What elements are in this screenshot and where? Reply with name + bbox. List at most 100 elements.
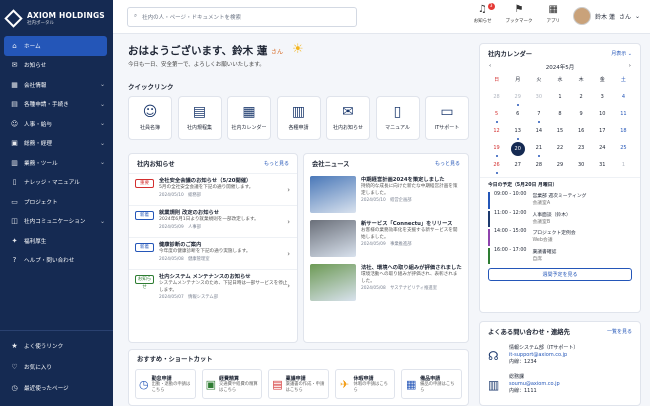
shortcuts-title: おすすめ・ショートカット (137, 356, 213, 363)
sidebar-item-chat[interactable]: ◫ 社内コミュニケーション ⌄ (0, 212, 113, 232)
sidebar-item-folder[interactable]: ▭ プロジェクト (0, 192, 113, 212)
bookmark-button[interactable]: ⚑ ブックマーク (506, 4, 533, 24)
apps-button[interactable]: ▦ アプリ (547, 4, 561, 24)
next-month-icon[interactable]: › (629, 63, 631, 71)
schedule-time: 14:00 - 15:00 (494, 229, 527, 234)
calendar-day[interactable]: 2 (571, 91, 592, 106)
calendar-day[interactable]: 1 (549, 91, 570, 106)
sidebar-item-document[interactable]: ▤ 各種申請・手続き ⌄ (0, 95, 113, 115)
quick-link-megaphone[interactable]: ✉ 社内お知らせ (326, 96, 370, 140)
calendar-day-number: 18 (620, 128, 627, 134)
sidebar-item-building[interactable]: ▦ 会社情報 ⌄ (0, 75, 113, 95)
news-more-link[interactable]: もっと見る (435, 160, 460, 167)
sidebar-item-briefcase[interactable]: ▥ 業務・ツール ⌄ (0, 153, 113, 173)
shortcut-plane[interactable]: ✈ 休暇申請 休暇の申請はこちら (334, 369, 396, 399)
calendar-day[interactable]: 3 (592, 91, 613, 106)
calendar-day[interactable]: 28 (486, 91, 507, 106)
calendar-day[interactable]: 31 (592, 159, 613, 174)
calendar-day[interactable]: 15 (549, 125, 570, 140)
notice-item[interactable]: 新着 健康診断のご案内 今年度の健康診断を下記の通り実施します。 2024/05/08… (129, 237, 297, 269)
calendar-day[interactable]: 22 (549, 142, 570, 157)
notification-button[interactable]: ♫ 3 お知らせ (474, 3, 495, 24)
calendar-day[interactable]: 30 (571, 159, 592, 174)
chevron-down-icon: ⌄ (99, 217, 105, 225)
user-menu[interactable]: 鈴木 蓮 さん ⌄ (573, 7, 640, 25)
form-icon: ▥ (291, 104, 306, 120)
calendar-day-number: 25 (620, 145, 627, 151)
sidebar-item-person[interactable]: ☺ 人事・給与 ⌄ (0, 114, 113, 134)
calendar-day[interactable]: 25 (613, 142, 634, 157)
calendar-day[interactable]: 26 (486, 159, 507, 174)
contact-email[interactable]: it-support@axiom.co.jp (509, 352, 578, 359)
heart-icon: ♡ (11, 362, 18, 371)
schedule-item[interactable]: 16:00 - 17:00 稟議書確認 自席 (488, 247, 632, 264)
calendar-day[interactable]: 1 (613, 159, 634, 174)
news-item[interactable]: 新サービス「Connectu」をリリース お客様の業務効率化を支援する新サービスを… (304, 217, 468, 261)
notice-date: 2024/05/10 (159, 192, 184, 198)
notices-more-link[interactable]: もっと見る (264, 160, 289, 167)
sidebar-item-megaphone[interactable]: ✉ お知らせ (0, 56, 113, 76)
quick-link-people[interactable]: ☺ 社員名簿 (128, 96, 172, 140)
news-desc: 環境活動への取り組みが評価され、表彰されました。 (361, 272, 458, 284)
quick-link-document[interactable]: ▤ 社内規程集 (177, 96, 222, 140)
sidebar-item-calculator[interactable]: ▣ 総務・経理 ⌄ (0, 134, 113, 154)
calendar-day[interactable]: 21 (528, 142, 549, 157)
calendar-day[interactable]: 12 (486, 125, 507, 140)
calendar-day[interactable]: 13 (507, 125, 528, 140)
calendar-day[interactable]: 24 (592, 142, 613, 157)
news-item[interactable]: 中期経営計画2024を策定しました 持続的な成長に向けた新たな中期経営計画を策定し… (304, 173, 468, 217)
shortcut-approval[interactable]: ▤ 稟議申請 稟議書の作成・申請はこちら (268, 369, 329, 399)
calendar-day[interactable]: 29 (549, 159, 570, 174)
weekly-schedule-button[interactable]: 週間予定を見る (488, 268, 632, 281)
quick-link-book[interactable]: ▯ マニュアル (375, 96, 420, 140)
calendar-day[interactable]: 23 (571, 142, 592, 157)
calendar-day[interactable]: 18 (613, 125, 634, 140)
calendar-day[interactable]: 17 (592, 125, 613, 140)
calendar-day[interactable]: 6 (507, 108, 528, 123)
notice-item[interactable]: 重要 全社安全会議のお知らせ（5/20開催） 5月の全社安全会議を下記の通り開催しま… (129, 173, 297, 205)
calendar-day-number: 21 (535, 145, 543, 151)
calendar-day-number: 3 (600, 94, 604, 100)
sidebar-item-book[interactable]: ▯ ナレッジ・マニュアル (0, 173, 113, 193)
notice-item[interactable]: 新着 就業規則 改定のお知らせ 2024年6月1日より就業規則を一部改定します。 20… (129, 205, 297, 237)
sidebar-item-heart[interactable]: ♡ お気に入り (0, 356, 113, 377)
prev-month-icon[interactable]: ‹ (489, 63, 491, 71)
calendar-day[interactable]: 11 (613, 108, 634, 123)
calendar-day[interactable]: 29 (507, 91, 528, 106)
calendar-day[interactable]: 4 (613, 91, 634, 106)
schedule-item[interactable]: 14:00 - 15:00 プロジェクト定例会 Web会議 (488, 229, 632, 246)
calendar-day[interactable]: 28 (528, 159, 549, 174)
search-input[interactable]: ⌕ 社内の人・ページ・ドキュメントを検索 (127, 6, 357, 27)
sidebar-item-clock[interactable]: ◷ 最近使ったページ (0, 377, 113, 398)
calendar-day[interactable]: 16 (571, 125, 592, 140)
calendar-day[interactable]: 14 (528, 125, 549, 140)
contact-email[interactable]: soumu@axiom.co.jp (509, 381, 560, 388)
calendar-day[interactable]: 20 (507, 142, 528, 157)
calendar-view-select[interactable]: 月表示 ⌄ (611, 50, 632, 57)
news-item[interactable]: 法社、環境への取り組みが評価されました 環境活動への取り組みが評価され、表彰されま… (304, 261, 468, 305)
calendar-day[interactable]: 30 (528, 91, 549, 106)
brand-logo[interactable]: AXIOM HOLDINGS 社内ポータル (0, 0, 113, 36)
calendar-day[interactable]: 8 (549, 108, 570, 123)
sidebar-item-help[interactable]: ? ヘルプ・問い合わせ (0, 251, 113, 271)
calendar-day[interactable]: 27 (507, 159, 528, 174)
calendar-day[interactable]: 9 (571, 108, 592, 123)
calendar-day[interactable]: 10 (592, 108, 613, 123)
schedule-item[interactable]: 11:00 - 12:00 人事面談（鈴木） 会議室B (488, 210, 632, 227)
notice-item[interactable]: お知らせ 社内システム メンテナンスのお知らせ システムメンテナンスのため、下記日時… (129, 269, 297, 301)
sidebar-item-star[interactable]: ★ よく使うリンク (0, 335, 113, 356)
calendar-day[interactable]: 19 (486, 142, 507, 157)
shortcut-receipt[interactable]: ▣ 経費精算 交通費や経費の精算はこちら (201, 369, 263, 399)
calendar-day[interactable]: 5 (486, 108, 507, 123)
shortcut-box[interactable]: ▦ 備品申請 備品の申請はこちら (401, 369, 462, 399)
contacts-more-link[interactable]: 一覧を見る (607, 328, 632, 335)
shortcut-clock[interactable]: ◷ 勤怠申請 出勤・退勤の申請はこちら (135, 369, 196, 399)
schedule-item[interactable]: 09:00 - 10:00 営業部 週次ミーティング 会議室A (488, 192, 632, 209)
notice-desc: 2024年6月1日より就業規則を一部改定します。 (159, 217, 259, 222)
quick-link-calendar[interactable]: ▦ 社内カレンダー (227, 96, 271, 140)
sidebar-item-home[interactable]: ⌂ ホーム (4, 36, 107, 56)
sidebar-item-gift[interactable]: ✦ 福利厚生 (0, 231, 113, 251)
calendar-day[interactable]: 7 (528, 108, 549, 123)
quick-link-form[interactable]: ▥ 各種申請 (276, 96, 321, 140)
quick-link-monitor[interactable]: ▭ ITサポート (425, 96, 469, 140)
